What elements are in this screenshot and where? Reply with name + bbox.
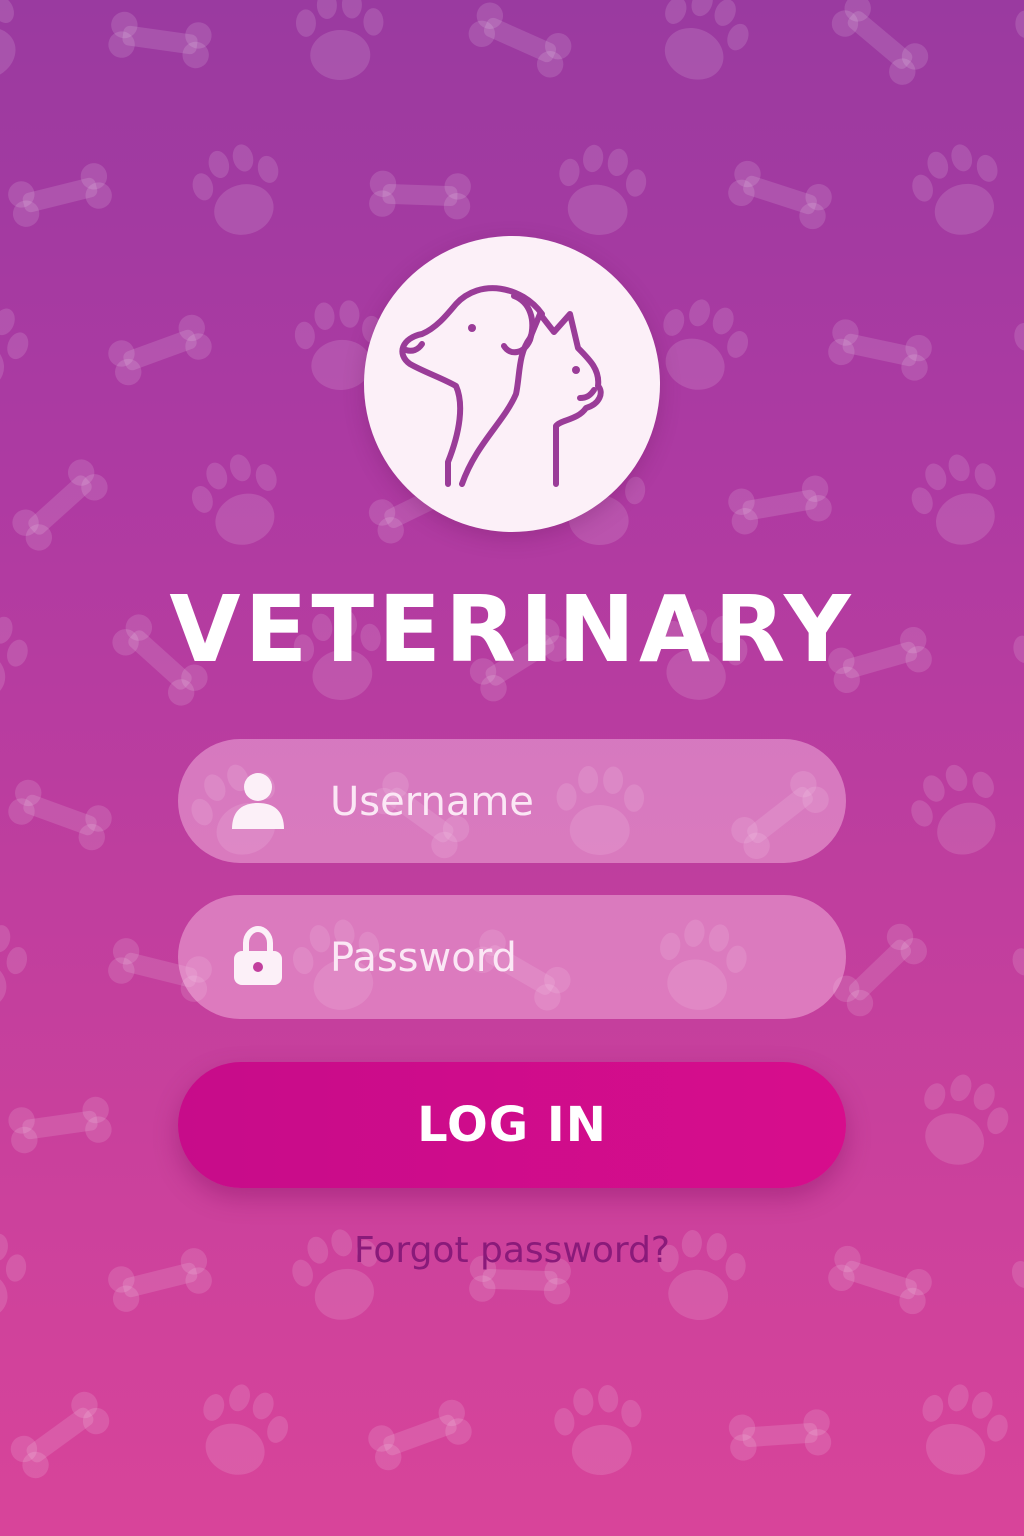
dog-cat-icon: [399, 285, 604, 487]
paw-icon: [550, 140, 651, 242]
login-button[interactable]: LOG IN: [178, 1062, 846, 1188]
paw-icon: [644, 0, 760, 94]
username-field[interactable]: [178, 739, 846, 865]
paw-icon: [906, 1375, 1017, 1487]
paw-icon: [550, 1381, 649, 1481]
paw-icon: [185, 136, 293, 245]
bone-icon: [364, 1395, 476, 1475]
bone-icon: [106, 10, 214, 70]
paw-icon: [0, 288, 39, 404]
bone-icon: [5, 160, 115, 230]
lock-icon: [230, 925, 286, 993]
paw-icon: [185, 1374, 298, 1488]
bone-icon: [5, 1386, 115, 1484]
bone-icon: [726, 473, 834, 537]
paw-icon: [899, 752, 1017, 870]
paw-icon: [0, 912, 34, 1019]
bone-icon: [6, 453, 114, 557]
username-input[interactable]: [328, 739, 812, 865]
paw-icon: [904, 1063, 1019, 1179]
bone-icon: [724, 157, 836, 233]
app-title: VETERINARY: [169, 576, 855, 683]
bone-icon: [104, 310, 216, 390]
bone-icon: [825, 316, 935, 384]
paw-icon: [901, 443, 1016, 559]
paw-icon: [1005, 911, 1024, 1020]
paw-icon: [295, 0, 385, 81]
paw-icon: [1010, 296, 1024, 396]
paw-icon: [645, 289, 758, 403]
user-icon: [228, 769, 288, 837]
login-screen: VETERINARY LOG IN Forgot password?: [0, 0, 1024, 1536]
bone-icon: [826, 0, 934, 91]
paw-icon: [0, 0, 37, 95]
bone-icon: [727, 1408, 833, 1462]
forgot-password-link[interactable]: Forgot password?: [0, 1226, 1024, 1276]
password-field[interactable]: [178, 895, 846, 1021]
bone-icon: [4, 775, 116, 855]
logo-circle: [364, 236, 660, 532]
bone-icon: [6, 1095, 114, 1155]
paw-icon: [182, 444, 295, 558]
bone-icon: [464, 0, 576, 82]
paw-icon: [903, 135, 1014, 247]
paw-icon: [1013, 0, 1024, 83]
password-input[interactable]: [328, 895, 812, 1021]
bone-icon: [368, 170, 472, 220]
